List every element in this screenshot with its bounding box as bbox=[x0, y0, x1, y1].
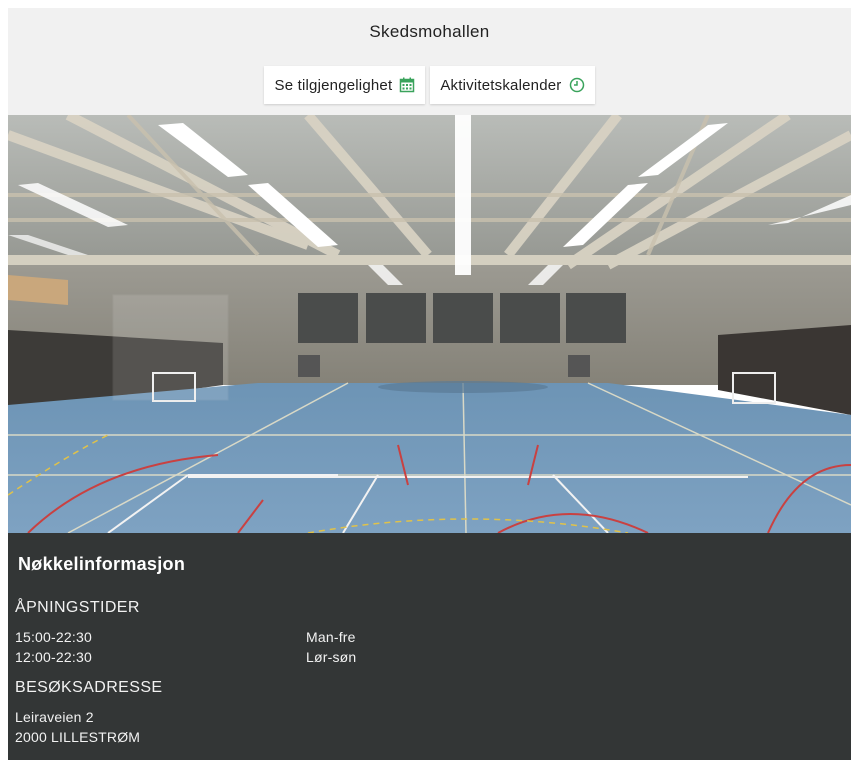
page-title: Skedsmohallen bbox=[369, 22, 490, 41]
address-line-1: Leiraveien 2 bbox=[15, 709, 94, 725]
opening-hours-days-1: Man-fre bbox=[306, 629, 356, 645]
key-info-panel: Nøkkelinformasjon ÅPNINGSTIDER 15:00-22:… bbox=[8, 533, 851, 760]
page-header: Skedsmohallen Se tilgjengelighet Aktivit… bbox=[8, 8, 851, 115]
opening-hours-days-2: Lør-søn bbox=[306, 649, 357, 665]
availability-button-label: Se tilgjengelighet bbox=[274, 76, 393, 94]
clock-icon bbox=[569, 77, 585, 93]
facility-page: Skedsmohallen Se tilgjengelighet Aktivit… bbox=[8, 8, 851, 760]
calendar-icon bbox=[399, 77, 415, 93]
activity-calendar-button-label: Aktivitetskalender bbox=[440, 76, 562, 94]
activity-calendar-button[interactable]: Aktivitetskalender bbox=[430, 66, 595, 104]
key-info-heading: Nøkkelinformasjon bbox=[18, 554, 186, 574]
address-line-2: 2000 LILLESTRØM bbox=[15, 729, 141, 745]
availability-button[interactable]: Se tilgjengelighet bbox=[264, 66, 426, 104]
visit-address-title: BESØKSADRESSE bbox=[15, 679, 163, 696]
opening-hours-time-1: 15:00-22:30 bbox=[15, 629, 92, 645]
header-actions: Se tilgjengelighet Aktivitetskalender bbox=[8, 66, 851, 104]
opening-hours-title: ÅPNINGSTIDER bbox=[15, 599, 140, 616]
opening-hours-time-2: 12:00-22:30 bbox=[15, 649, 92, 665]
hall-photo bbox=[8, 115, 851, 533]
